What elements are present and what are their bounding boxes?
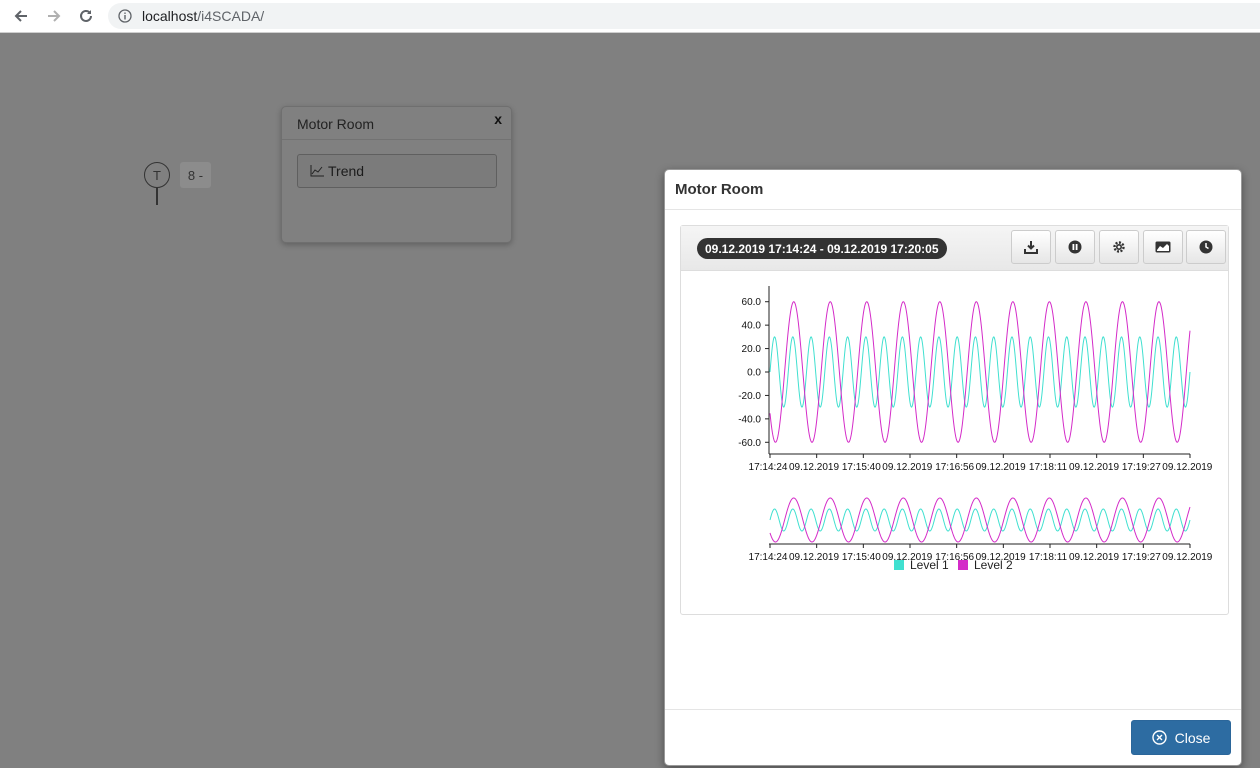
sensor-popover: Motor Room x Trend	[281, 106, 512, 243]
time-range-button[interactable]	[1186, 230, 1226, 264]
series-line-1	[769, 336, 1191, 408]
sensor-symbol-label: T	[153, 167, 161, 183]
trend-toolbar: 09.12.2019 17:14:24 - 09.12.2019 17:20:0…	[681, 226, 1228, 271]
back-icon[interactable]	[9, 5, 33, 27]
overview-x-time-label: 17:14:24	[749, 552, 788, 563]
legend-label-2: Level 2	[974, 558, 1013, 572]
overview-x-date-label: 09.12.2019	[1069, 552, 1119, 563]
popover-close-button[interactable]: x	[494, 111, 502, 127]
x-time-label: 17:19:27	[1122, 462, 1161, 473]
area-chart-icon	[1155, 241, 1171, 253]
y-tick-label: 60.0	[742, 297, 762, 308]
line-chart-icon	[310, 165, 324, 177]
clock-icon	[1199, 240, 1213, 254]
gear-icon	[1113, 241, 1125, 253]
x-time-label: 17:15:40	[842, 462, 881, 473]
url-host: localhost	[142, 8, 198, 24]
close-circle-icon	[1151, 730, 1167, 745]
browser-toolbar: localhost/i4SCADA/	[0, 0, 1260, 33]
chart-type-button[interactable]	[1143, 230, 1183, 264]
legend-label-1: Level 1	[910, 558, 949, 572]
pause-button[interactable]	[1055, 230, 1095, 264]
address-bar[interactable]: localhost/i4SCADA/	[108, 3, 1260, 29]
overview-x-time-label: 17:19:27	[1122, 552, 1161, 563]
y-tick-label: 40.0	[742, 321, 762, 332]
url-text: localhost/i4SCADA/	[142, 8, 264, 24]
temperature-sensor-symbol[interactable]: T	[144, 162, 170, 188]
overview-x-date-label: 09.12.2019	[1162, 552, 1212, 563]
trend-modal: Motor Room 09.12.2019 17:14:24 - 09.12.2…	[664, 169, 1242, 766]
y-tick-label: -40.0	[738, 414, 761, 425]
modal-title: Motor Room	[665, 170, 1241, 210]
x-time-label: 17:16:56	[935, 462, 974, 473]
sensor-value: 8 -	[187, 167, 204, 183]
close-button[interactable]: Close	[1131, 720, 1231, 755]
legend-swatch-2	[958, 560, 968, 570]
reload-icon[interactable]	[74, 5, 98, 27]
overview-x-date-label: 09.12.2019	[789, 552, 839, 563]
x-date-label: 09.12.2019	[789, 462, 839, 473]
sensor-stem	[156, 188, 158, 205]
x-date-label: 09.12.2019	[1162, 462, 1212, 473]
overview-x-time-label: 17:15:40	[842, 552, 881, 563]
forward-icon[interactable]	[42, 5, 66, 27]
time-range-badge[interactable]: 09.12.2019 17:14:24 - 09.12.2019 17:20:0…	[697, 238, 947, 259]
overview-series-line-1	[769, 508, 1191, 532]
y-tick-label: 0.0	[747, 368, 761, 379]
trend-button[interactable]: Trend	[297, 154, 497, 188]
info-icon[interactable]	[118, 9, 132, 28]
url-path: /i4SCADA/	[197, 8, 265, 24]
trend-button-label: Trend	[328, 163, 365, 179]
download-icon	[1024, 241, 1038, 254]
settings-button[interactable]	[1099, 230, 1139, 264]
x-date-label: 09.12.2019	[1069, 462, 1119, 473]
legend-swatch-1	[894, 560, 904, 570]
overview-x-time-label: 17:18:11	[1029, 552, 1068, 563]
y-tick-label: 20.0	[742, 344, 762, 355]
y-tick-label: -60.0	[738, 438, 761, 449]
trend-chart[interactable]: 60.040.020.00.0-20.0-40.0-60.017:14:24 09…	[681, 270, 1228, 614]
x-date-label: 09.12.2019	[976, 462, 1026, 473]
modal-footer: Close	[665, 709, 1241, 765]
close-button-label: Close	[1174, 729, 1211, 746]
x-time-label: 17:14:24	[749, 462, 788, 473]
trend-panel: 09.12.2019 17:14:24 - 09.12.2019 17:20:0…	[680, 225, 1229, 615]
download-button[interactable]	[1011, 230, 1051, 264]
x-time-label: 17:18:11	[1029, 462, 1068, 473]
sensor-value-chip[interactable]: 8 -	[180, 162, 211, 188]
y-tick-label: -20.0	[738, 391, 761, 402]
x-date-label: 09.12.2019	[882, 462, 932, 473]
popover-title: Motor Room	[282, 107, 511, 140]
pause-icon	[1068, 240, 1082, 254]
